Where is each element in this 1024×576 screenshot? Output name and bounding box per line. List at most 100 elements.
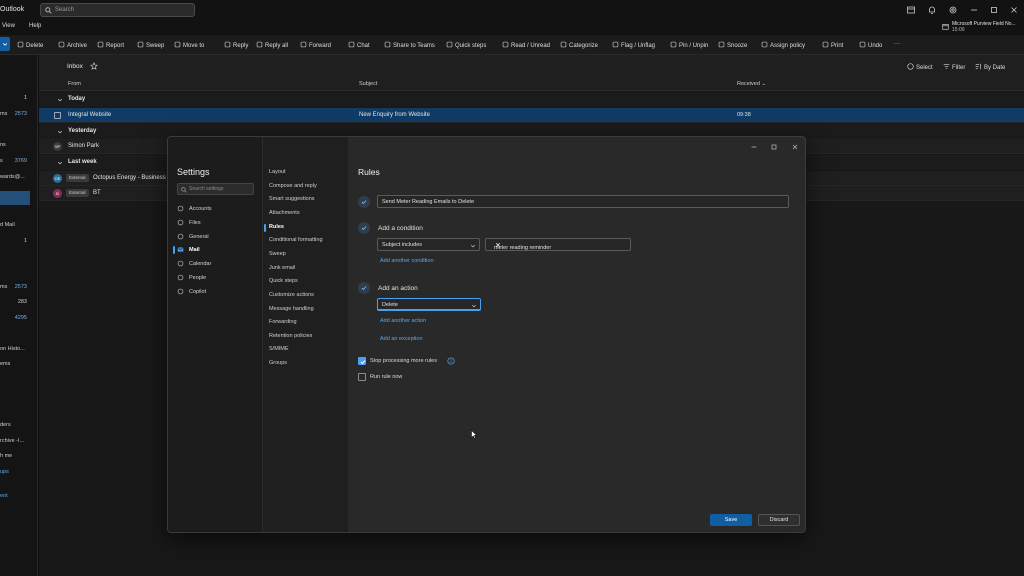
folder-label[interactable]: ms xyxy=(0,284,7,290)
folder-label[interactable]: wards@... xyxy=(0,174,25,180)
ribbon-assign-policy-button[interactable]: Assign policy xyxy=(761,41,805,49)
folder-label[interactable]: ns xyxy=(0,142,6,148)
settings-subnav-conditional-formatting[interactable]: Conditional formatting xyxy=(269,237,323,247)
ribbon-forward-button[interactable]: Forward xyxy=(300,41,331,49)
folder-label[interactable]: ups xyxy=(0,469,9,475)
settings-subnav-message-handling[interactable]: Message handling xyxy=(269,306,314,316)
ribbon-archive-button[interactable]: Archive xyxy=(58,41,87,49)
folder-label[interactable]: h me xyxy=(0,453,12,459)
run-now-checkbox[interactable] xyxy=(358,373,366,381)
filter-button[interactable]: Filter xyxy=(943,63,965,71)
action-select[interactable]: Delete xyxy=(377,298,481,311)
ribbon-label: Share to Teams xyxy=(393,43,435,49)
ribbon-delete-button[interactable]: Delete xyxy=(17,41,43,49)
save-button[interactable]: Save xyxy=(710,514,752,526)
menu-view[interactable]: View xyxy=(2,23,15,29)
settings-subnav-forwarding[interactable]: Forwarding xyxy=(269,319,297,329)
add-condition-link[interactable]: Add another condition xyxy=(380,258,434,264)
settings-subnav-compose-and-reply[interactable]: Compose and reply xyxy=(269,183,317,193)
rule-name-input[interactable]: Send Meter Reading Emails to Delete xyxy=(377,195,789,208)
settings-subnav-quick-steps[interactable]: Quick steps xyxy=(269,278,298,288)
gear-icon[interactable] xyxy=(948,5,958,15)
settings-nav-people[interactable]: People xyxy=(177,272,257,284)
folder-count: 1 xyxy=(23,238,27,244)
column-subject[interactable]: Subject xyxy=(359,81,377,87)
restore-icon[interactable] xyxy=(989,5,999,15)
maximize-icon[interactable] xyxy=(770,143,778,151)
menu-help[interactable]: Help xyxy=(29,23,41,29)
files-icon xyxy=(177,219,184,226)
ribbon-more-button[interactable]: ··· xyxy=(894,41,900,47)
ribbon-report-button[interactable]: Report xyxy=(97,41,124,49)
settings-subnav-sweep[interactable]: Sweep xyxy=(269,251,286,261)
close-icon[interactable] xyxy=(791,143,799,151)
folder-label[interactable]: s xyxy=(0,158,3,164)
settings-subnav-s-mime[interactable]: S/MIME xyxy=(269,346,289,356)
add-exception-link[interactable]: Add an exception xyxy=(380,336,423,342)
ribbon-read-unread-button[interactable]: Read / Unread xyxy=(502,41,550,49)
settings-nav-calendar[interactable]: Calendar xyxy=(177,258,257,270)
tag-icon xyxy=(560,41,567,48)
search-input[interactable]: Search xyxy=(40,3,195,17)
ribbon-snooze-button[interactable]: Snooze xyxy=(718,41,747,49)
ribbon-label: Report xyxy=(106,43,125,49)
table-row[interactable]: Integral Website New Enquiry from Websit… xyxy=(39,108,1024,123)
settings-subnav-retention-policies[interactable]: Retention policies xyxy=(269,333,312,343)
settings-subnav-groups[interactable]: Groups xyxy=(269,360,287,370)
ribbon-print-button[interactable]: Print xyxy=(822,41,843,49)
folder-label[interactable]: ems xyxy=(0,361,10,367)
row-checkbox[interactable] xyxy=(54,112,61,119)
settings-nav-mail[interactable]: Mail xyxy=(173,244,257,256)
folder-label[interactable]: ms xyxy=(0,111,7,117)
upcoming-event[interactable]: Microsoft Purview Field No... 15:00 xyxy=(942,21,1024,35)
minimize-icon[interactable] xyxy=(969,5,979,15)
settings-nav-files[interactable]: Files xyxy=(177,217,257,229)
column-from[interactable]: From xyxy=(68,81,81,87)
new-mail-button[interactable] xyxy=(0,37,10,51)
ribbon-flag-unflag-button[interactable]: Flag / Unflag xyxy=(612,41,655,49)
ribbon-share-to-teams-button[interactable]: Share to Teams xyxy=(384,41,435,49)
pin-icon xyxy=(670,41,677,48)
settings-subnav-label: Junk email xyxy=(269,264,296,271)
close-icon[interactable] xyxy=(1009,5,1019,15)
group-header-today[interactable]: Today xyxy=(39,92,1024,107)
ribbon-pin-unpin-button[interactable]: Pin / Unpin xyxy=(670,41,708,49)
folder-label[interactable]: d Mail xyxy=(0,222,15,228)
column-received[interactable]: Received ⌄ xyxy=(737,81,766,87)
info-icon[interactable] xyxy=(447,357,455,365)
ribbon-sweep-button[interactable]: Sweep xyxy=(137,41,164,49)
bell-icon[interactable] xyxy=(927,5,937,15)
ribbon-undo-button[interactable]: Undo xyxy=(859,41,882,49)
settings-search-input[interactable]: Search settings xyxy=(177,183,254,195)
folder-label[interactable]: on Histo... xyxy=(0,346,25,352)
condition-value-input[interactable]: meter reading reminder xyxy=(485,238,631,251)
settings-nav-general[interactable]: General xyxy=(177,231,257,243)
settings-subnav-smart-suggestions[interactable]: Smart suggestions xyxy=(269,196,315,206)
discard-button[interactable]: Discard xyxy=(758,514,800,526)
settings-subnav-layout[interactable]: Layout xyxy=(269,169,286,179)
settings-nav-accounts[interactable]: Accounts xyxy=(177,203,257,215)
settings-subnav-rules[interactable]: Rules xyxy=(264,223,284,234)
avatar: B xyxy=(53,189,62,198)
settings-nav-copilot[interactable]: Copilot xyxy=(177,286,257,298)
stop-processing-checkbox[interactable] xyxy=(358,357,366,365)
ribbon-reply-button[interactable]: Reply xyxy=(224,41,248,49)
select-button[interactable]: Select xyxy=(907,63,933,71)
settings-subnav-junk-email[interactable]: Junk email xyxy=(269,265,295,275)
ribbon-quick-steps-button[interactable]: Quick steps xyxy=(446,41,486,49)
folder-label[interactable]: ders xyxy=(0,422,11,428)
ribbon-categorize-button[interactable]: Categorize xyxy=(560,41,598,49)
star-icon[interactable] xyxy=(90,62,98,70)
sort-button[interactable]: By Date xyxy=(975,63,1005,71)
folder-label[interactable]: ent xyxy=(0,493,8,499)
folder-label[interactable]: rchive -I... xyxy=(0,438,24,444)
settings-subnav-customize-actions[interactable]: Customize actions xyxy=(269,292,314,302)
ribbon-chat-button[interactable]: Chat xyxy=(348,41,370,49)
minimize-icon[interactable] xyxy=(750,143,758,151)
settings-subnav-attachments[interactable]: Attachments xyxy=(269,210,300,220)
condition-type-select[interactable]: Subject includes xyxy=(377,238,480,251)
add-action-link[interactable]: Add another action xyxy=(380,318,426,324)
ribbon-move-to-button[interactable]: Move to xyxy=(174,41,204,49)
ribbon-reply-all-button[interactable]: Reply all xyxy=(256,41,288,49)
my-day-icon[interactable] xyxy=(906,5,916,15)
